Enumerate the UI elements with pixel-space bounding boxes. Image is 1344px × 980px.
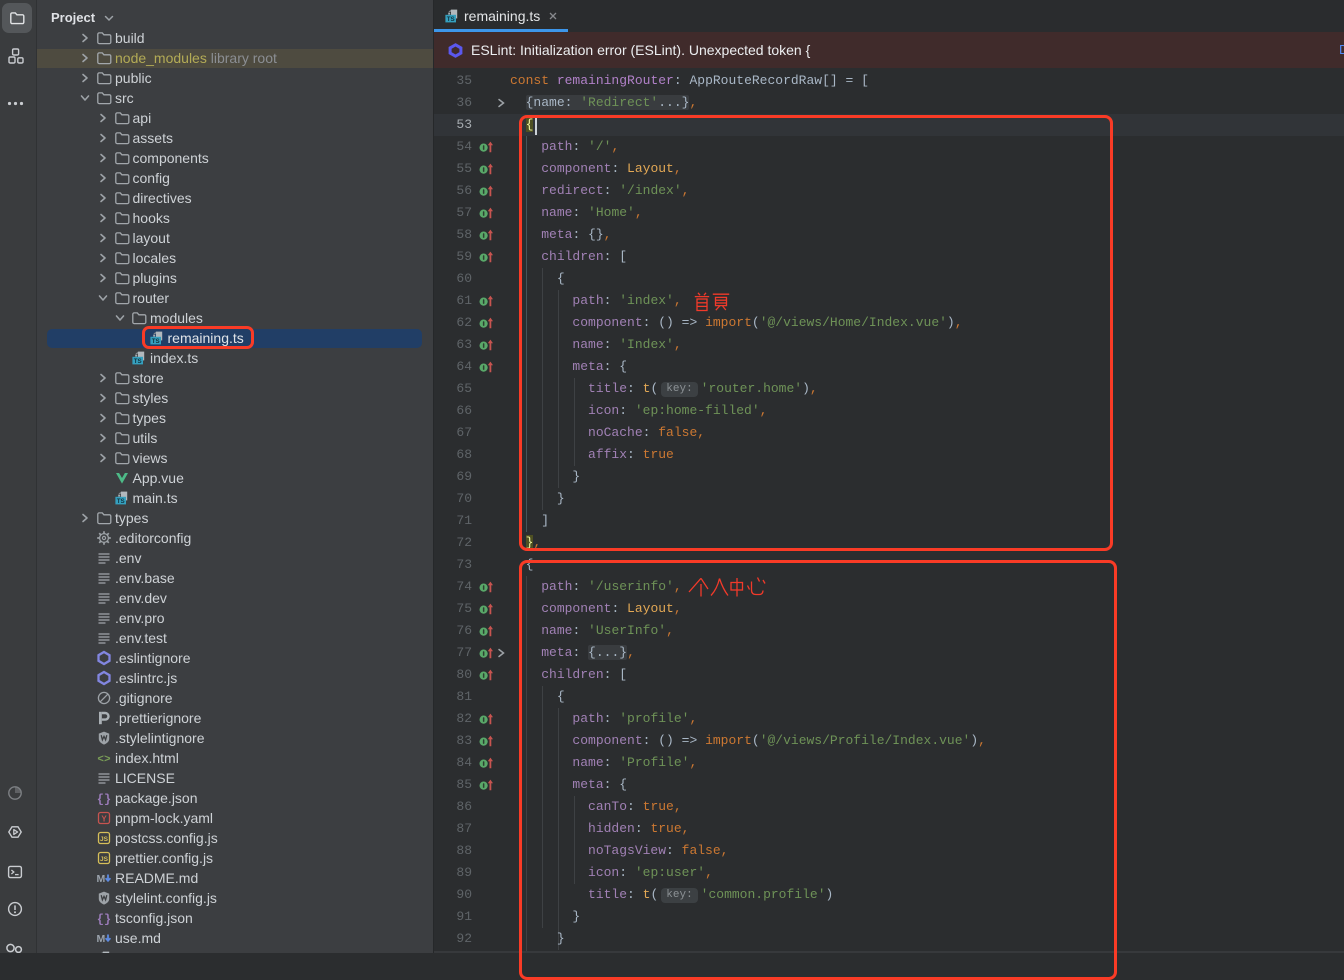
svg-text:JS: JS: [100, 856, 109, 863]
svg-text:{}: {}: [97, 912, 111, 926]
svg-text:Y: Y: [101, 814, 107, 823]
svg-text:TS: TS: [116, 498, 124, 505]
svg-text:JS: JS: [100, 836, 109, 843]
svg-text:TS: TS: [134, 358, 142, 365]
svg-text:M: M: [97, 933, 106, 945]
svg-text:TS: TS: [447, 16, 455, 23]
svg-text:M: M: [97, 873, 106, 885]
svg-text:{}: {}: [97, 792, 111, 806]
svg-text:<>: <>: [97, 754, 111, 766]
